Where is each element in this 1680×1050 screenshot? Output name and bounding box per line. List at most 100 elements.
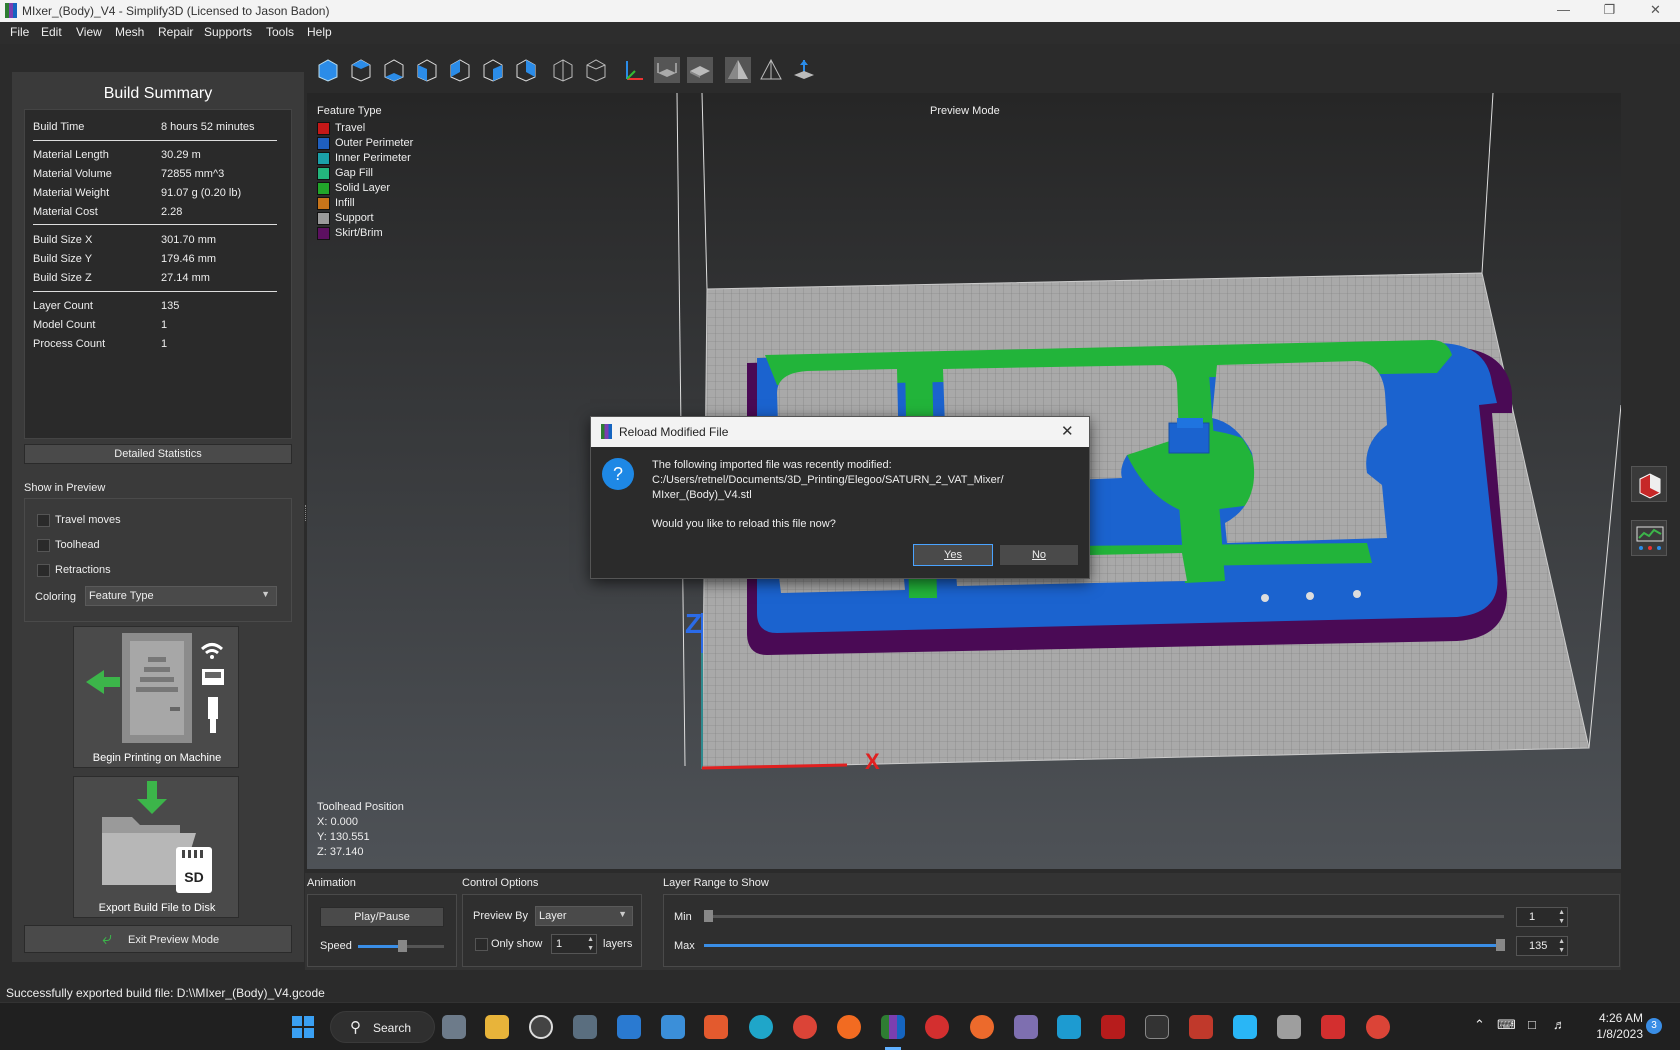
maximize-icon[interactable]: ❐ xyxy=(1587,0,1632,22)
view-cube-button[interactable] xyxy=(1631,466,1667,502)
chevron-down-icon: ▼ xyxy=(261,589,270,599)
view-front-icon[interactable] xyxy=(414,57,440,83)
calculator-icon[interactable] xyxy=(573,1015,597,1039)
obs-icon[interactable] xyxy=(529,1015,553,1039)
travel-moves-checkbox[interactable] xyxy=(37,514,50,527)
toolhead-x: X: 0.000 xyxy=(317,816,358,828)
cross-section-icon[interactable] xyxy=(791,57,817,83)
build-volume-icon[interactable] xyxy=(654,57,680,83)
menu-view[interactable]: View xyxy=(76,25,102,39)
notepad-icon[interactable] xyxy=(661,1015,685,1039)
max-slider-handle[interactable] xyxy=(1496,939,1505,951)
preview-by-select[interactable]: Layer ▼ xyxy=(535,906,633,926)
orthographic-icon[interactable] xyxy=(583,57,609,83)
menu-repair[interactable]: Repair xyxy=(158,25,193,39)
spin-arrows-icon[interactable]: ▲ ▼ xyxy=(587,935,594,953)
build-platform-icon[interactable] xyxy=(687,57,713,83)
spin-arrows-icon[interactable]: ▲ ▼ xyxy=(1558,937,1565,955)
taskbar-search[interactable]: ⚲ Search xyxy=(330,1011,435,1043)
summary-label: Material Length xyxy=(33,149,109,161)
vscode-icon[interactable] xyxy=(617,1015,641,1039)
min-slider[interactable] xyxy=(704,915,1504,918)
menu-file[interactable]: File xyxy=(10,25,29,39)
view-right-icon[interactable] xyxy=(513,57,539,83)
app-diamond-icon[interactable] xyxy=(1145,1015,1169,1039)
legend-label: Gap Fill xyxy=(335,167,373,179)
volume-icon[interactable]: ♬ xyxy=(1553,1017,1566,1032)
divider xyxy=(33,224,277,225)
export-build-file-button[interactable]: SD Export Build File to Disk xyxy=(73,776,239,918)
max-label: Max xyxy=(674,940,695,952)
firefox-icon[interactable] xyxy=(837,1015,861,1039)
perspective-icon[interactable] xyxy=(550,57,576,83)
speed-slider-fill xyxy=(358,945,400,948)
view-bottom-icon[interactable] xyxy=(381,57,407,83)
view-left-icon[interactable] xyxy=(480,57,506,83)
max-slider[interactable] xyxy=(704,944,1504,947)
edge-icon[interactable] xyxy=(749,1015,773,1039)
summary-label: Layer Count xyxy=(33,300,93,312)
network-icon[interactable]: □ xyxy=(1528,1017,1536,1032)
keyboard-icon[interactable]: ⌨ xyxy=(1497,1017,1516,1033)
app-blender-icon[interactable] xyxy=(970,1015,994,1039)
close-icon[interactable]: ✕ xyxy=(1633,0,1678,22)
clock-time: 4:26 AM xyxy=(1598,1011,1643,1025)
max-spinbox[interactable]: 135 ▲ ▼ xyxy=(1516,936,1568,956)
play-pause-button[interactable]: Play/Pause xyxy=(320,907,444,927)
start-icon[interactable] xyxy=(292,1016,314,1038)
menu-supports[interactable]: Supports xyxy=(204,25,252,39)
view-top-icon[interactable] xyxy=(348,57,374,83)
menu-edit[interactable]: Edit xyxy=(41,25,62,39)
show-wireframe-icon[interactable] xyxy=(758,57,784,83)
show-solid-icon[interactable] xyxy=(725,57,751,83)
app-gem-icon[interactable] xyxy=(1014,1015,1038,1039)
search-label: Search xyxy=(373,1021,412,1035)
chrome-profile-icon[interactable] xyxy=(1366,1015,1390,1039)
menu-mesh[interactable]: Mesh xyxy=(115,25,144,39)
menu-help[interactable]: Help xyxy=(307,25,332,39)
retractions-checkbox[interactable] xyxy=(37,564,50,577)
snipping-tool-icon[interactable] xyxy=(704,1015,728,1039)
legend-label: Solid Layer xyxy=(335,182,391,194)
only-show-checkbox[interactable] xyxy=(475,938,488,951)
notification-badge[interactable]: 3 xyxy=(1646,1018,1662,1034)
settings-icon[interactable] xyxy=(442,1015,466,1039)
file-explorer-icon[interactable] xyxy=(485,1015,509,1039)
minimize-icon[interactable]: — xyxy=(1541,0,1586,22)
app-tool-icon[interactable] xyxy=(1277,1015,1301,1039)
spin-arrows-icon[interactable]: ▲ ▼ xyxy=(1558,908,1565,926)
app-s-icon[interactable] xyxy=(1321,1015,1345,1039)
dialog-close-icon[interactable]: ✕ xyxy=(1061,422,1074,440)
exit-preview-mode-button[interactable]: ⤶ Exit Preview Mode xyxy=(24,925,292,953)
simplify3d-icon[interactable] xyxy=(881,1015,905,1039)
dialog-question: Would you like to reload this file now? xyxy=(652,518,836,530)
app-blue-diamond-icon[interactable] xyxy=(1233,1015,1257,1039)
begin-printing-button[interactable]: Begin Printing on Machine xyxy=(73,626,239,768)
toolpath-analysis-button[interactable] xyxy=(1631,520,1667,556)
preview-by-label: Preview By xyxy=(473,910,529,922)
app-p-icon[interactable] xyxy=(925,1015,949,1039)
min-spinbox[interactable]: 1 ▲ ▼ xyxy=(1516,907,1568,927)
clock[interactable]: 4:26 AM 1/8/2023 xyxy=(1583,1010,1643,1042)
view-default-icon[interactable] xyxy=(315,57,341,83)
chevron-up-icon[interactable]: ⌃ xyxy=(1474,1017,1485,1033)
app-layers-icon[interactable] xyxy=(1189,1015,1213,1039)
coloring-select[interactable]: Feature Type ▼ xyxy=(85,586,277,606)
detailed-statistics-button[interactable]: Detailed Statistics xyxy=(24,444,292,464)
control-options-group: Preview By Layer ▼ Only show 1 ▲ ▼ layers xyxy=(462,894,642,967)
legend-label: Outer Perimeter xyxy=(335,137,414,149)
begin-printing-label: Begin Printing on Machine xyxy=(92,752,222,764)
only-show-spinbox[interactable]: 1 ▲ ▼ xyxy=(551,934,597,954)
axes-icon[interactable] xyxy=(621,57,647,83)
chrome-icon[interactable] xyxy=(793,1015,817,1039)
no-button[interactable]: No xyxy=(999,544,1079,566)
min-slider-handle[interactable] xyxy=(704,910,713,922)
app-i-icon[interactable] xyxy=(1101,1015,1125,1039)
toolhead-checkbox[interactable] xyxy=(37,539,50,552)
app-u-icon[interactable] xyxy=(1057,1015,1081,1039)
speed-slider-handle[interactable] xyxy=(398,940,407,952)
yes-button[interactable]: Yes xyxy=(913,544,993,566)
menu-tools[interactable]: Tools xyxy=(266,25,294,39)
view-back-icon[interactable] xyxy=(447,57,473,83)
chart-icon xyxy=(1636,526,1664,550)
